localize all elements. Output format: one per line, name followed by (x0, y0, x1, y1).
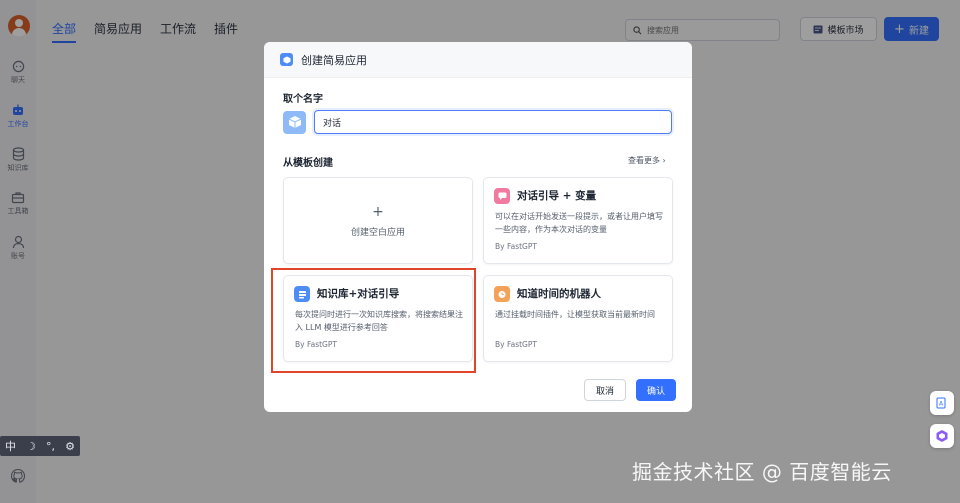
template-card-author: By FastGPT (495, 340, 537, 349)
cancel-button[interactable]: 取消 (584, 379, 626, 401)
input-method-toolbar: 中 ☽ °, ⚙ (0, 436, 80, 456)
create-blank-app-card[interactable]: + 创建空白应用 (283, 177, 473, 264)
template-card-title: 知道时间的机器人 (517, 288, 601, 300)
cube-icon[interactable] (283, 110, 306, 134)
template-section-label: 从模板创建 (283, 158, 333, 169)
blank-card-label: 创建空白应用 (350, 228, 405, 238)
translate-icon[interactable]: A (930, 391, 954, 415)
name-label: 取个名字 (283, 94, 323, 105)
template-card-desc: 通过挂载时间插件，让模型获取当前最新时间 (495, 310, 655, 319)
template-card[interactable]: 对话引导 + 变量 可以在对话开始发送一段提示，或者让用户填写一些内容，作为本次… (483, 177, 673, 264)
moon-icon[interactable]: ☽ (26, 440, 36, 453)
app-icon (280, 53, 293, 66)
name-row (283, 110, 672, 134)
app-name-input[interactable] (314, 110, 672, 134)
modal-header: 创建简易应用 (264, 42, 692, 78)
svg-text:A: A (939, 401, 944, 408)
modal-title: 创建简易应用 (301, 53, 367, 67)
template-card-title: 对话引导 + 变量 (517, 190, 597, 202)
confirm-button[interactable]: 确认 (636, 379, 676, 401)
template-card-desc: 可以在对话开始发送一段提示，或者让用户填写一些内容，作为本次对话的变量 (495, 212, 663, 234)
clock-icon (494, 286, 510, 302)
template-card[interactable]: 知道时间的机器人 通过挂载时间插件，让模型获取当前最新时间 By FastGPT (483, 275, 673, 362)
view-more-link[interactable]: 查看更多 › (628, 155, 666, 166)
watermark-text: 掘金技术社区 @ 百度智能云 (632, 460, 892, 484)
punctuation-icon[interactable]: °, (46, 440, 55, 453)
gear-icon[interactable]: ⚙ (65, 440, 75, 453)
language-toggle[interactable]: 中 (5, 438, 16, 454)
template-card-author: By FastGPT (495, 242, 537, 251)
assistant-icon[interactable] (930, 424, 954, 448)
chat-guide-icon (494, 188, 510, 204)
plus-icon: + (372, 204, 384, 220)
highlight-box (271, 268, 476, 373)
